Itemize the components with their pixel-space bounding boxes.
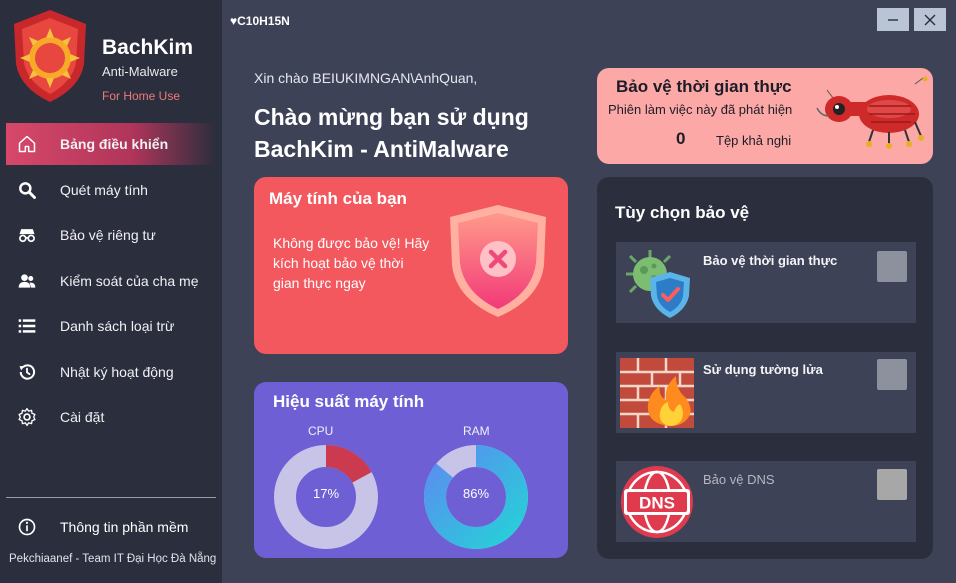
minimize-button[interactable] xyxy=(877,8,909,31)
svg-text:DNS: DNS xyxy=(639,494,675,513)
suspicious-files-label: Tệp khả nghi xyxy=(716,133,792,148)
sidebar-item-scan[interactable]: Quét máy tính xyxy=(6,169,216,211)
performance-card: Hiệu suất máy tính CPU RAM 17% 86% xyxy=(254,382,568,558)
dns-protection-toggle[interactable] xyxy=(877,469,907,500)
sidebar: BachKim Anti-Malware For Home Use Bảng đ… xyxy=(0,0,222,583)
options-title: Tùy chọn bảo vệ xyxy=(615,203,750,222)
option-dns-label: Bảo vệ DNS xyxy=(703,472,775,487)
sidebar-item-label: Thông tin phần mềm xyxy=(60,519,189,535)
brand-subtitle: Anti-Malware xyxy=(102,64,178,79)
realtime-protection-card: Bảo vệ thời gian thực Phiên làm việc này… xyxy=(597,68,933,164)
firewall-toggle[interactable] xyxy=(877,359,907,390)
incognito-icon xyxy=(16,224,38,246)
close-button[interactable] xyxy=(914,8,946,31)
sidebar-item-label: Bảng điều khiển xyxy=(60,136,169,152)
virus-shield-icon xyxy=(620,246,694,320)
list-icon xyxy=(16,315,38,337)
search-icon xyxy=(16,179,38,201)
sidebar-item-label: Nhật ký hoạt động xyxy=(60,363,174,380)
greeting-text: Xin chào BEIUKIMNGAN\AnhQuan, xyxy=(254,70,478,86)
sidebar-item-label: Bảo vệ riêng tư xyxy=(60,227,156,243)
suspicious-file-count: 0 xyxy=(676,129,686,148)
cpu-percent: 17% xyxy=(312,486,340,501)
window-title: ♥C10H15N xyxy=(230,14,290,28)
brand-tagline: For Home Use xyxy=(102,89,181,103)
info-icon xyxy=(16,516,38,538)
sidebar-item-settings[interactable]: Cài đặt xyxy=(6,396,216,438)
welcome-heading: Chào mừng bạn sử dụng BachKim - AntiMalw… xyxy=(254,104,529,162)
computer-status-card: Máy tính của bạn Không được bảo vệ! Hãy … xyxy=(254,177,568,354)
option-firewall-label: Sử dụng tường lửa xyxy=(703,362,823,377)
ram-percent: 86% xyxy=(462,486,490,501)
minimize-icon xyxy=(888,18,898,21)
computer-card-title: Máy tính của bạn xyxy=(269,189,407,208)
sidebar-item-label: Quét máy tính xyxy=(60,181,148,198)
sidebar-item-label: Danh sách loại trừ xyxy=(60,318,175,334)
sidebar-item-exclusions[interactable]: Danh sách loại trừ xyxy=(6,305,216,347)
realtime-subtitle: Phiên làm việc này đã phát hiện xyxy=(608,102,793,117)
sidebar-nav: Bảng điều khiển Quét máy tính Bảo vệ riê… xyxy=(6,123,216,442)
users-icon xyxy=(16,270,38,292)
realtime-title: Bảo vệ thời gian thực xyxy=(616,77,792,96)
option-realtime-label: Bảo vệ thời gian thực xyxy=(703,253,838,268)
home-icon xyxy=(16,133,38,155)
unprotected-shield-icon xyxy=(446,203,550,319)
cpu-label: CPU xyxy=(308,424,334,438)
close-icon xyxy=(924,14,936,25)
gear-icon xyxy=(16,406,38,428)
sidebar-item-label: Cài đặt xyxy=(60,409,105,425)
sidebar-item-parental[interactable]: Kiểm soát của cha mẹ xyxy=(6,260,216,302)
sidebar-item-about[interactable]: Thông tin phần mềm xyxy=(6,507,216,547)
bug-robot-icon xyxy=(811,76,931,152)
sidebar-item-dashboard[interactable]: Bảng điều khiển xyxy=(6,123,216,165)
history-icon xyxy=(16,361,38,383)
computer-card-message: Không được bảo vệ! Hãy kích hoạt bảo vệ … xyxy=(273,235,430,291)
sidebar-item-label: Kiểm soát của cha mẹ xyxy=(60,272,199,289)
firewall-icon xyxy=(620,356,694,430)
option-realtime-row: Bảo vệ thời gian thực xyxy=(616,242,916,323)
sidebar-item-activity-log[interactable]: Nhật ký hoạt động xyxy=(6,351,216,393)
sidebar-item-privacy[interactable]: Bảo vệ riêng tư xyxy=(6,214,216,256)
option-dns-row: DNS Bảo vệ DNS xyxy=(616,461,916,542)
ram-label: RAM xyxy=(463,424,490,438)
performance-title: Hiệu suất máy tính xyxy=(273,392,425,411)
brand-name: BachKim xyxy=(102,36,194,59)
realtime-protection-toggle[interactable] xyxy=(877,251,907,282)
bachkim-logo-icon xyxy=(10,8,90,104)
option-firewall-row: Sử dụng tường lửa xyxy=(616,352,916,433)
footer-credit: Pekchiaanef - Team IT Đại Học Đà Nẵng xyxy=(9,553,217,565)
sidebar-divider xyxy=(6,497,216,498)
protection-options-panel: Tùy chọn bảo vệ Bảo vệ thời gian thực Sử… xyxy=(597,177,933,559)
dns-icon: DNS xyxy=(620,465,694,539)
